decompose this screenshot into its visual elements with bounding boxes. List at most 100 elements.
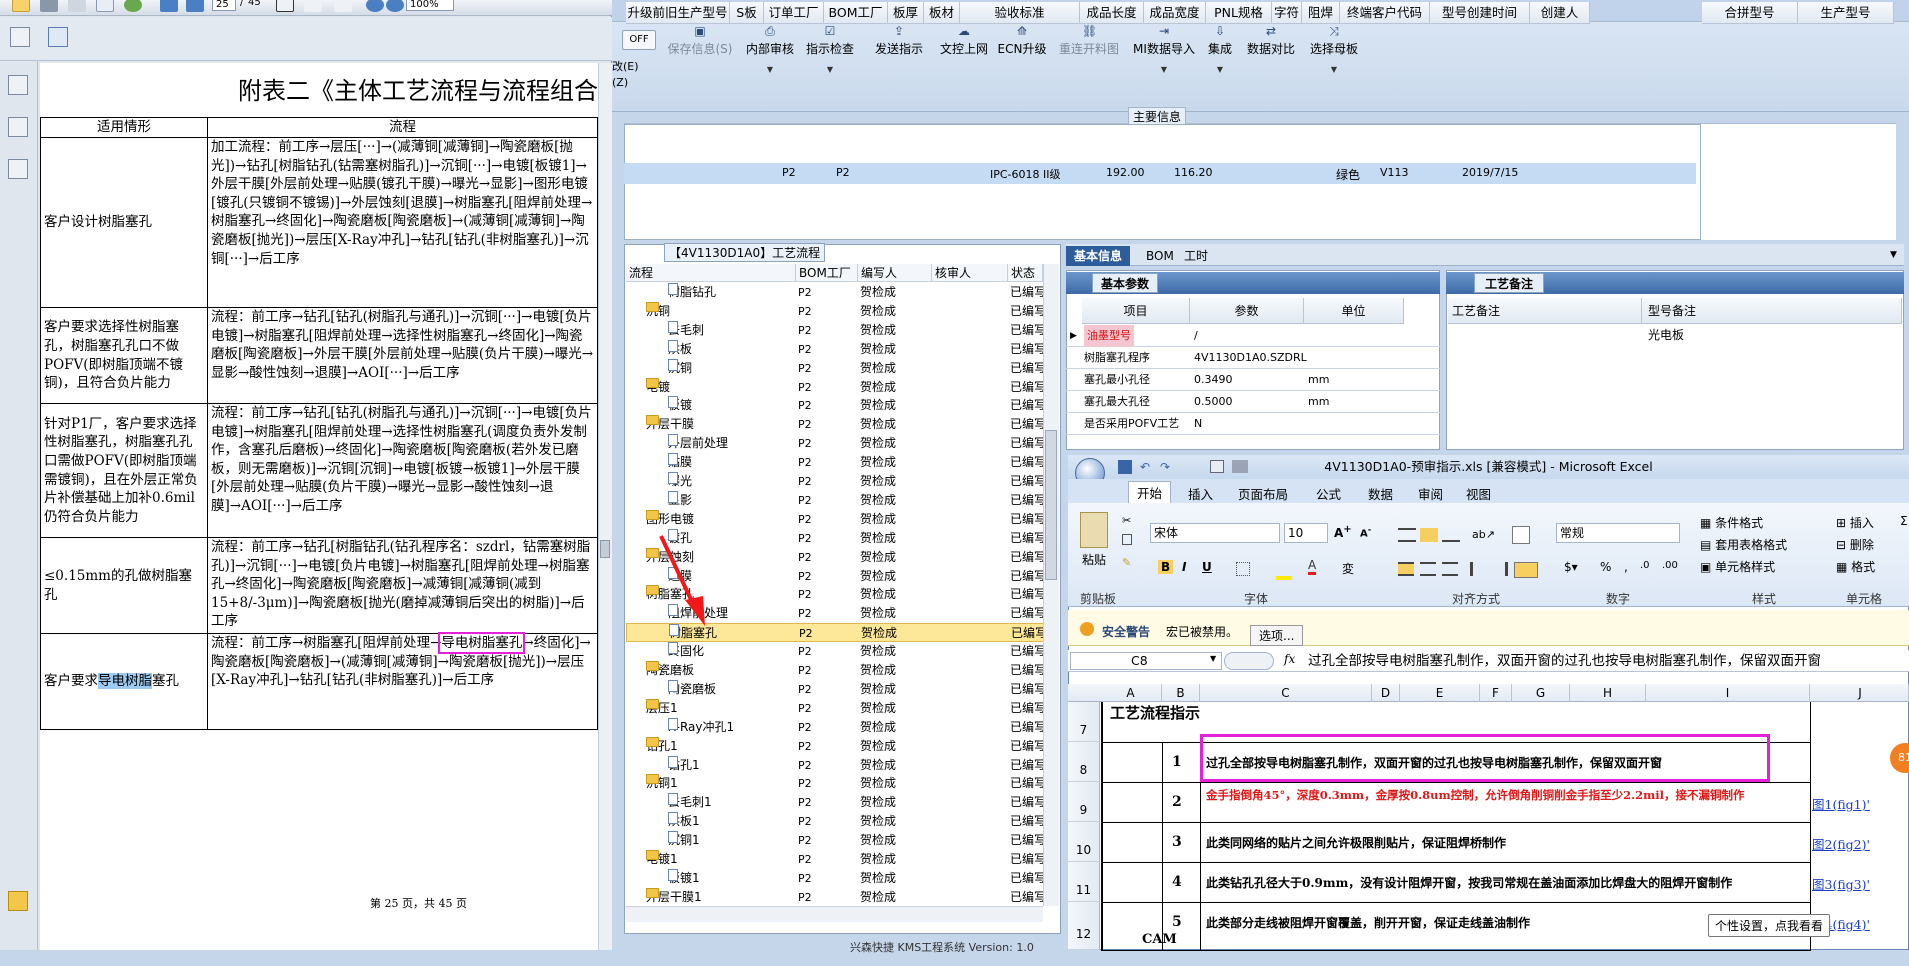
figure-link[interactable]: 图2(fig2)' [1812, 834, 1870, 853]
row-header[interactable]: 12 [1068, 902, 1100, 950]
cell-style-button[interactable]: ▣ 单元格样式 [1700, 558, 1775, 575]
grid-cell-standard[interactable]: IPC-6018 II级 [990, 166, 1061, 182]
tree-scroll-thumb[interactable] [1045, 430, 1057, 580]
tree-row[interactable]: −层压1 P2 贺检成 已编写 [626, 698, 1047, 718]
tree-row[interactable]: −电镀 P2 贺检成 已编写 [626, 377, 1047, 397]
tree-horizontal-scrollbar[interactable] [626, 906, 1043, 922]
grid-header[interactable]: 验收标准 [960, 2, 1080, 24]
redo-icon[interactable]: ↷ [1160, 460, 1170, 474]
hand-icon[interactable] [304, 0, 322, 12]
ribbon-button-4[interactable]: ☁ 文控上网 [934, 24, 994, 57]
font-size-select[interactable]: 10 [1284, 523, 1328, 543]
paste-button[interactable]: 粘贴 [1082, 551, 1106, 568]
currency-icon[interactable]: $▾ [1564, 560, 1578, 574]
excel-tab[interactable]: 公式 [1316, 484, 1341, 503]
tree-row[interactable]: 钻孔1 P2 贺检成 已编写 [626, 755, 1047, 775]
copy-icon[interactable] [1122, 534, 1132, 545]
basic-header-value[interactable]: 参数 [1190, 298, 1304, 324]
decrease-indent-icon[interactable] [1470, 562, 1486, 576]
font-name-select[interactable]: 宋体 [1150, 523, 1280, 543]
step-number[interactable]: 2 [1172, 794, 1182, 810]
name-box[interactable]: C8 [1070, 652, 1222, 670]
production-model-header[interactable]: 生产型号 [1798, 2, 1894, 24]
step-number[interactable]: 1 [1172, 754, 1182, 770]
tree-row[interactable]: 去毛刺 P2 贺检成 已编写 [626, 320, 1047, 340]
grid-header[interactable]: 成品宽度 [1144, 2, 1206, 24]
ribbon-button-6[interactable]: ⛓ 重连开料图 [1052, 24, 1126, 57]
tree-header-writer[interactable]: 编写人 [858, 264, 932, 282]
fx-icon[interactable]: fx [1284, 652, 1295, 666]
table-row[interactable]: 是否采用POFV工艺 N [1066, 413, 1440, 435]
tree-row[interactable]: 终固化 P2 贺检成 已编写 [626, 642, 1047, 661]
row-header[interactable]: 7 [1068, 702, 1100, 742]
ribbon-button-10[interactable]: ⤨ 选择母板 ▼ [1302, 24, 1366, 74]
table-format-button[interactable]: ▤ 套用表格格式 [1700, 536, 1787, 553]
fill-color-icon[interactable] [1276, 576, 1292, 580]
excel-tab[interactable]: 数据 [1368, 484, 1393, 503]
comment-icon[interactable] [8, 891, 28, 911]
excel-tab[interactable]: 页面布局 [1238, 484, 1288, 503]
excel-tab[interactable]: 插入 [1188, 484, 1213, 503]
align-left-icon[interactable] [1398, 562, 1414, 576]
phonetic-icon[interactable]: 変 [1342, 560, 1354, 577]
page-up-icon[interactable] [160, 0, 178, 12]
tree-row[interactable]: −沉铜 P2 贺检成 已编写 [626, 301, 1047, 321]
underline-icon[interactable]: U [1202, 560, 1212, 574]
basic-header-unit[interactable]: 单位 [1304, 298, 1404, 324]
ribbon-button-3[interactable]: ⇪ 发送指示 [866, 24, 932, 57]
tree-header-status[interactable]: 状态 [1008, 264, 1043, 282]
column-header[interactable]: B [1162, 684, 1200, 702]
tab-basic-info[interactable]: 基本信息 [1066, 246, 1131, 266]
document-icon[interactable] [96, 0, 114, 12]
pages-icon[interactable] [8, 75, 28, 95]
grid-header[interactable]: 创建人 [1530, 2, 1590, 24]
tab-hours[interactable]: 工时 [1176, 246, 1216, 266]
tree-row[interactable]: 沉铜1 P2 贺检成 已编写 [626, 831, 1047, 850]
increase-indent-icon[interactable] [1492, 562, 1508, 576]
figure-link[interactable]: 图3(fig3)' [1812, 874, 1870, 893]
column-header[interactable]: D [1372, 684, 1400, 702]
excel-tab[interactable]: 开始 [1128, 481, 1172, 503]
ribbon-button-8[interactable]: ⇩ 集成 ▼ [1200, 24, 1240, 74]
column-header[interactable]: F [1480, 684, 1512, 702]
save-icon[interactable] [1118, 460, 1132, 474]
grid-header[interactable]: BOM工厂 [824, 2, 888, 24]
ribbon-button-9[interactable]: ⇄ 数据对比 [1240, 24, 1302, 57]
tree-row[interactable]: 显影 P2 贺检成 已编写 [626, 490, 1047, 510]
grid-header[interactable]: 阻焊 [1302, 2, 1340, 24]
insert-cells-button[interactable]: ⊞ 插入 [1836, 514, 1874, 531]
increase-decimal-icon[interactable]: .0 [1640, 560, 1650, 571]
excel-tab[interactable]: 视图 [1466, 484, 1491, 503]
ribbon-button-0[interactable]: ▣ 保存信息(S) [660, 24, 740, 57]
print-icon[interactable] [40, 0, 58, 12]
paste-icon[interactable] [1080, 512, 1108, 548]
formula-input[interactable]: 过孔全部按导电树脂塞孔制作，双面开窗的过孔也按导电树脂塞孔制作，保留双面开窗 [1308, 650, 1821, 672]
merge-center-icon[interactable] [1514, 562, 1538, 578]
panel-icon[interactable] [10, 27, 30, 47]
instruction-cell[interactable]: 金手指倒角45°，深度0.3mm，金厚按0.8um控制，允许倒角削铜削金手指至少… [1206, 788, 1806, 802]
grid-header[interactable]: 成品长度 [1080, 2, 1144, 24]
grid-header[interactable]: 板材 [924, 2, 960, 24]
tree-row[interactable]: −外层干膜 P2 贺检成 已编写 [626, 415, 1047, 434]
format-cells-button[interactable]: ▦ 格式 [1836, 558, 1875, 575]
step-number[interactable]: 3 [1172, 834, 1182, 850]
column-header[interactable]: E [1400, 684, 1480, 702]
grid-header[interactable]: 升级前旧生产型号 [626, 2, 730, 24]
page-number-input[interactable]: 25 [212, 0, 236, 11]
percent-icon[interactable]: % [1600, 560, 1611, 574]
zoom-icon[interactable] [334, 0, 352, 12]
decrease-decimal-icon[interactable]: .00 [1662, 560, 1678, 571]
tree-row[interactable]: 去毛刺1 P2 贺检成 已编写 [626, 793, 1047, 812]
format-painter-icon[interactable]: ✎ [1122, 556, 1131, 569]
formula-expand-icon[interactable] [1224, 652, 1274, 670]
ribbon-button-5[interactable]: ⟰ ECN升级 [994, 24, 1050, 57]
pdf-scroll-thumb[interactable] [600, 540, 610, 558]
tree-row[interactable]: −钻孔1 P2 贺检成 已编写 [626, 736, 1047, 756]
number-format-select[interactable]: 常规 [1556, 523, 1680, 543]
instruction-cell[interactable]: 此类同网络的贴片之间允许极限削贴片，保证阻焊桥制作 [1206, 834, 1806, 851]
print-preview-icon[interactable] [1210, 460, 1224, 473]
grid-header[interactable]: 板厚 [888, 2, 924, 24]
grid-cell-width[interactable]: 116.20 [1174, 166, 1213, 179]
excel-tab[interactable]: 审阅 [1418, 484, 1443, 503]
tree-row[interactable]: 外层前处理 P2 贺检成 已编写 [626, 434, 1047, 453]
